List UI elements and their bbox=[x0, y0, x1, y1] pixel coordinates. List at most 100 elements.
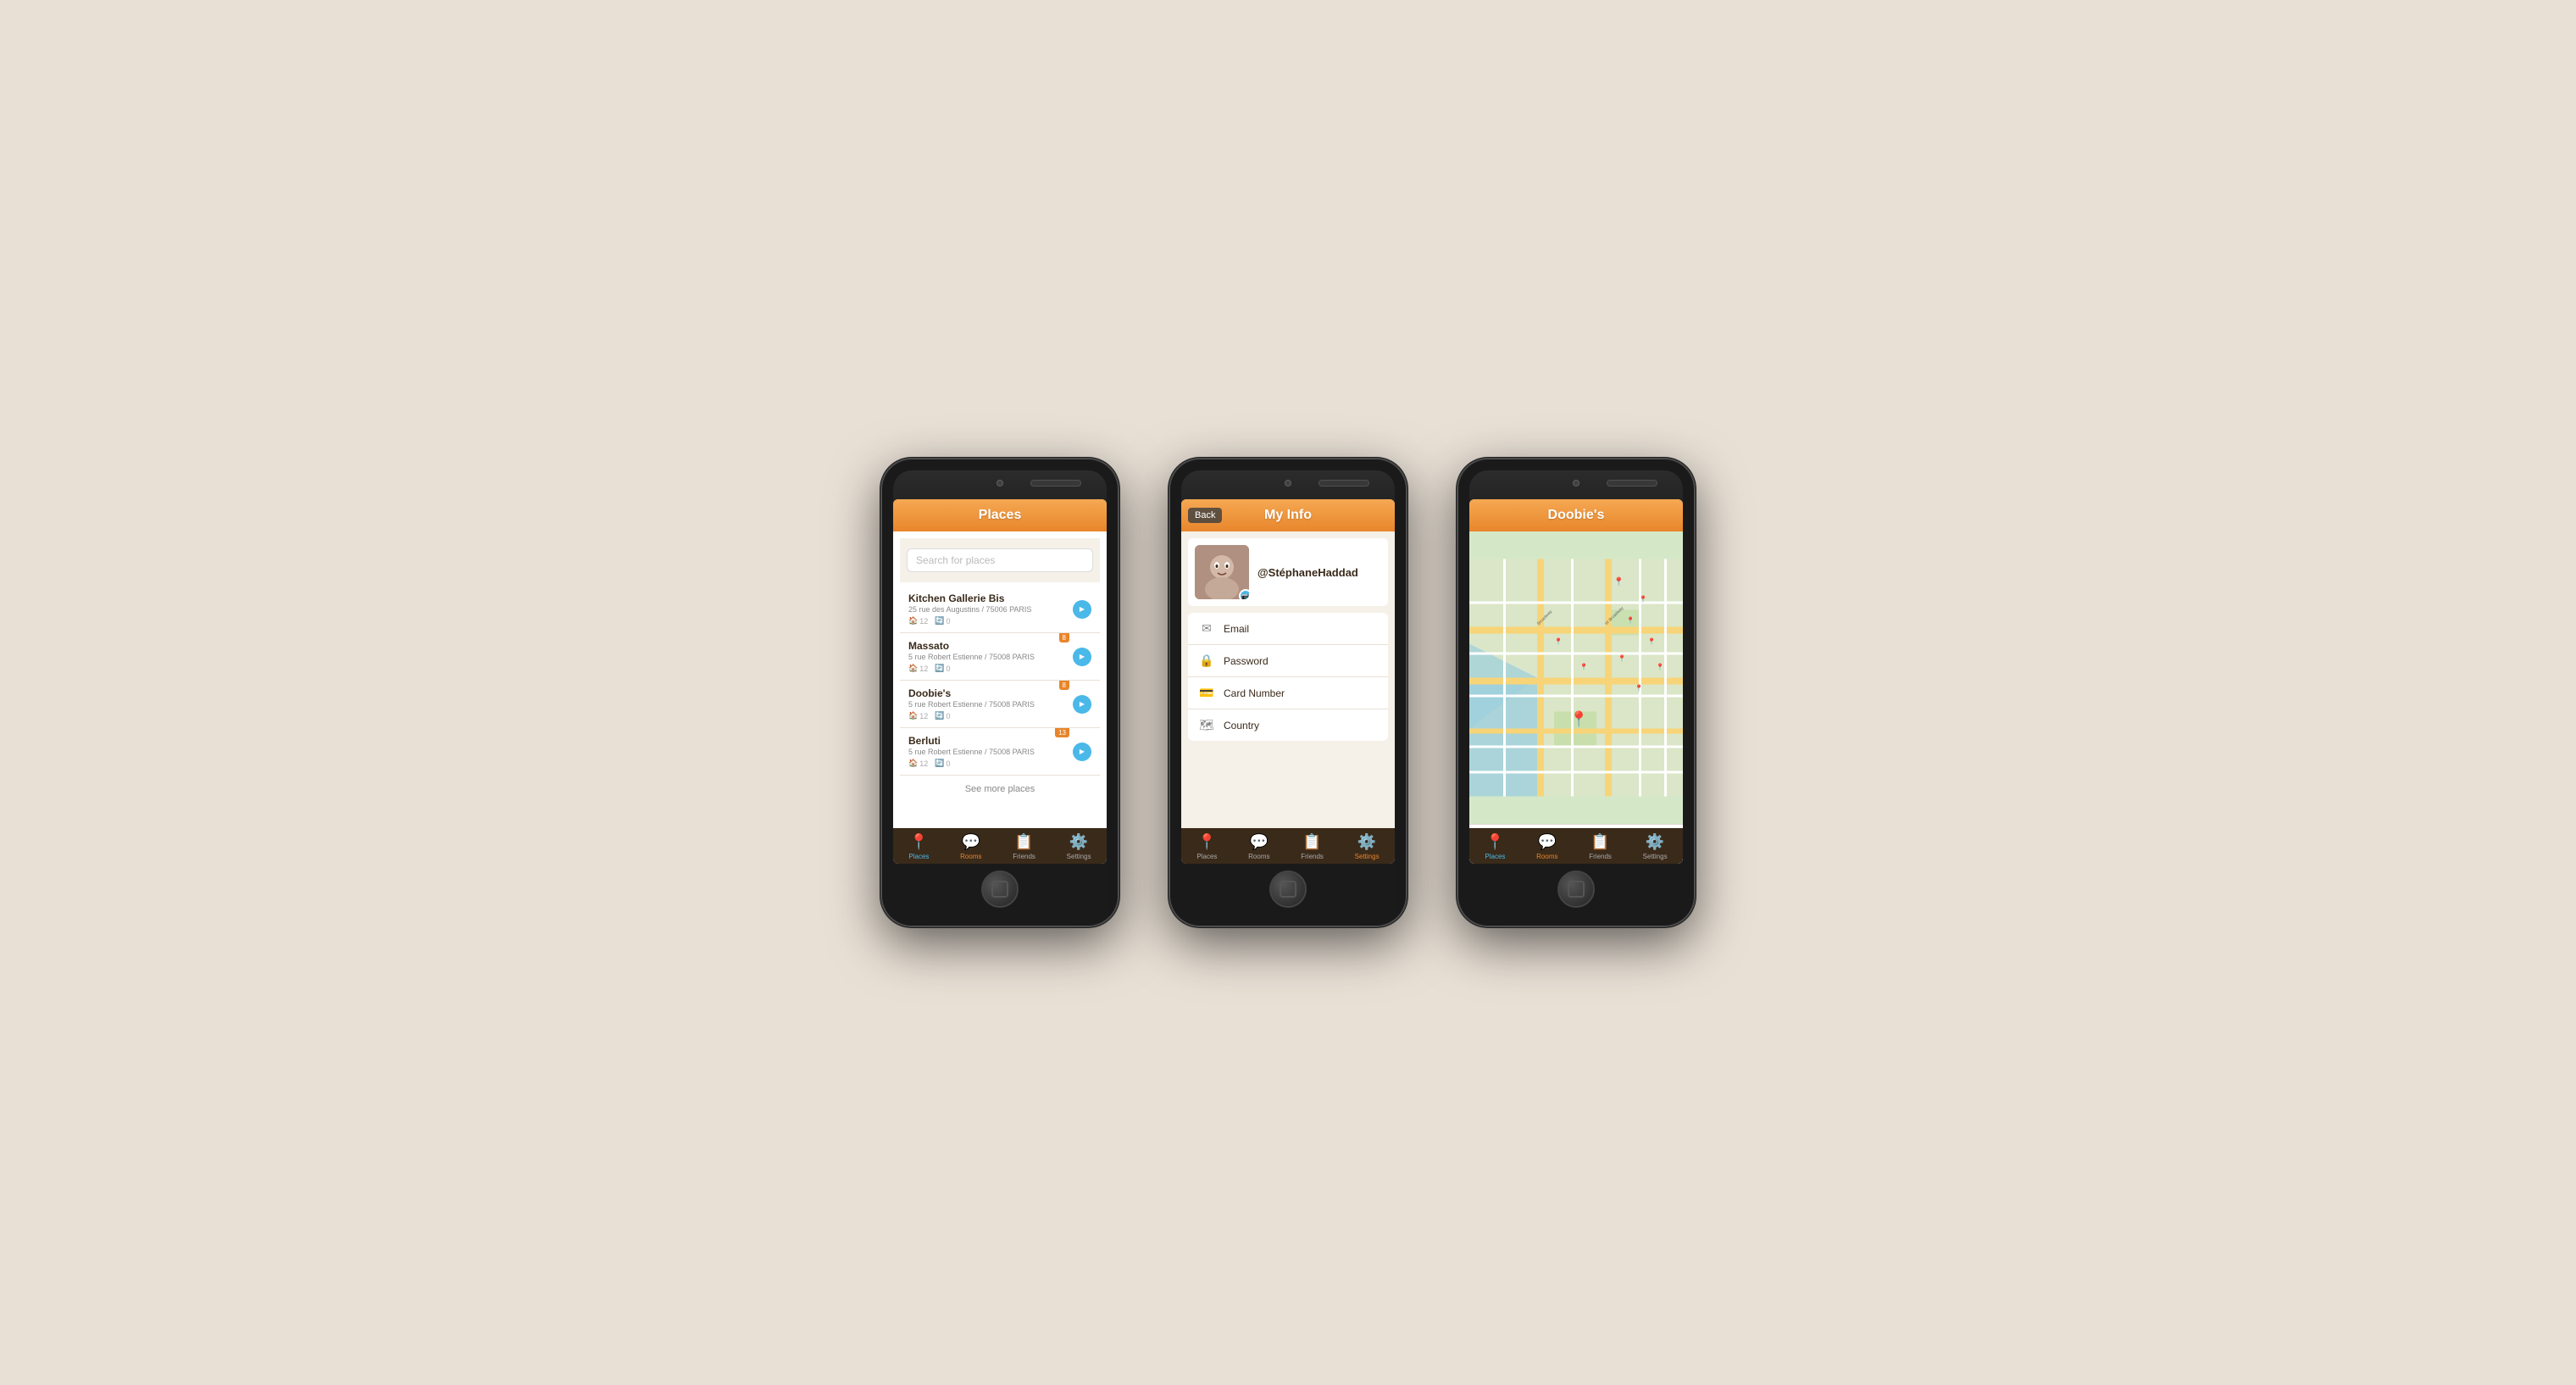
speaker-2 bbox=[1319, 480, 1369, 487]
places-icon-3: 📍 bbox=[1485, 833, 1504, 851]
map-svg: 📍 📍 📍 📍 📍 📍 📍 📍 📍 📍 Broadway W Broadway bbox=[1469, 531, 1683, 824]
svg-text:📍: 📍 bbox=[1613, 576, 1624, 587]
svg-text:📍: 📍 bbox=[1639, 595, 1647, 604]
password-icon: 🔒 bbox=[1198, 654, 1215, 668]
place-stats-1: 🏠 12 🔄 0 bbox=[908, 664, 1073, 673]
nav-rooms-2[interactable]: 💬 Rooms bbox=[1248, 833, 1269, 860]
profile-section: 📷 @StéphaneHaddad bbox=[1188, 538, 1388, 606]
place-address-2: 5 rue Robert Estienne / 75008 PARIS bbox=[908, 700, 1073, 709]
phone-top-2 bbox=[1181, 470, 1395, 496]
friends-icon-2: 📋 bbox=[1302, 833, 1321, 851]
search-bar[interactable]: Search for places bbox=[907, 548, 1093, 572]
place-info-3: Berluti 5 rue Robert Estienne / 75008 PA… bbox=[908, 735, 1073, 768]
place-arrow-2[interactable] bbox=[1073, 695, 1091, 714]
screen-3: Doobie's bbox=[1469, 499, 1683, 864]
info-country[interactable]: 🗺 Country bbox=[1188, 709, 1388, 741]
info-email[interactable]: ✉ Email bbox=[1188, 613, 1388, 645]
places-label-2: Places bbox=[1196, 853, 1217, 860]
settings-label-2: Settings bbox=[1355, 853, 1380, 860]
home-button-inner-2 bbox=[1280, 881, 1296, 898]
back-button[interactable]: Back bbox=[1188, 508, 1222, 523]
avatar-camera-badge[interactable]: 📷 bbox=[1239, 589, 1249, 599]
nav-places-1[interactable]: 📍 Places bbox=[908, 833, 929, 860]
phone-top-3 bbox=[1469, 470, 1683, 496]
places-list: Kitchen Gallerie Bis 25 rue des Augustin… bbox=[900, 586, 1100, 803]
rooms-label-2: Rooms bbox=[1248, 853, 1269, 860]
camera-1 bbox=[997, 480, 1003, 487]
myinfo-title: My Info bbox=[1264, 508, 1312, 523]
map-area[interactable]: 📍 📍 📍 📍 📍 📍 📍 📍 📍 📍 Broadway W Broadway bbox=[1469, 531, 1683, 824]
settings-icon-1: ⚙️ bbox=[1069, 833, 1088, 851]
place-address-0: 25 rue des Augustins / 75006 PARIS bbox=[908, 605, 1073, 614]
svg-text:📍: 📍 bbox=[1656, 663, 1664, 671]
place-badge-1: 8 bbox=[1059, 633, 1069, 642]
nav-places-3[interactable]: 📍 Places bbox=[1485, 833, 1505, 860]
home-button-3[interactable] bbox=[1557, 870, 1595, 908]
friends-label-3: Friends bbox=[1589, 853, 1612, 860]
info-password[interactable]: 🔒 Password bbox=[1188, 645, 1388, 677]
place-arrow-3[interactable] bbox=[1073, 743, 1091, 761]
place-comments-1: 🔄 0 bbox=[935, 664, 950, 673]
see-more-button[interactable]: See more places bbox=[900, 776, 1100, 803]
place-name-3: Berluti bbox=[908, 735, 1073, 747]
nav-friends-3[interactable]: 📋 Friends bbox=[1589, 833, 1612, 860]
place-checkins-0: 🏠 12 bbox=[908, 616, 928, 626]
places-label-1: Places bbox=[908, 853, 929, 860]
nav-places-2[interactable]: 📍 Places bbox=[1196, 833, 1217, 860]
home-button-1[interactable] bbox=[981, 870, 1019, 908]
place-stats-0: 🏠 12 🔄 0 bbox=[908, 616, 1073, 626]
settings-label-3: Settings bbox=[1643, 853, 1668, 860]
bottom-nav-2: 📍 Places 💬 Rooms 📋 Friends ⚙️ Settings bbox=[1181, 828, 1395, 864]
email-icon: ✉ bbox=[1198, 621, 1215, 636]
screen-2: Back My Info 📷 bbox=[1181, 499, 1395, 864]
phone-bottom-3 bbox=[1469, 864, 1683, 915]
settings-label-1: Settings bbox=[1067, 853, 1091, 860]
friends-label-1: Friends bbox=[1013, 853, 1035, 860]
place-checkins-3: 🏠 12 bbox=[908, 759, 928, 768]
home-button-inner-3 bbox=[1568, 881, 1585, 898]
place-stats-3: 🏠 12 🔄 0 bbox=[908, 759, 1073, 768]
svg-text:📍: 📍 bbox=[1647, 637, 1656, 646]
place-address-1: 5 rue Robert Estienne / 75008 PARIS bbox=[908, 653, 1073, 661]
card-icon: 💳 bbox=[1198, 686, 1215, 700]
places-title: Places bbox=[979, 508, 1022, 523]
info-list: ✉ Email 🔒 Password 💳 Card Number 🗺 Count… bbox=[1188, 613, 1388, 741]
places-icon-2: 📍 bbox=[1197, 833, 1216, 851]
friends-icon-3: 📋 bbox=[1591, 833, 1609, 851]
rooms-icon-1: 💬 bbox=[962, 833, 980, 851]
rooms-icon-2: 💬 bbox=[1250, 833, 1269, 851]
place-item-0[interactable]: Kitchen Gallerie Bis 25 rue des Augustin… bbox=[900, 586, 1100, 633]
map-screen: Doobie's bbox=[1469, 499, 1683, 864]
rooms-icon-3: 💬 bbox=[1538, 833, 1557, 851]
nav-rooms-1[interactable]: 💬 Rooms bbox=[960, 833, 981, 860]
place-item-2[interactable]: 8 Doobie's 5 rue Robert Estienne / 75008… bbox=[900, 681, 1100, 728]
bottom-nav-1: 📍 Places 💬 Rooms 📋 Friends ⚙️ Settings bbox=[893, 828, 1107, 864]
place-checkins-2: 🏠 12 bbox=[908, 711, 928, 720]
svg-text:📍: 📍 bbox=[1579, 663, 1588, 671]
rooms-label-1: Rooms bbox=[960, 853, 981, 860]
place-item-3[interactable]: 13 Berluti 5 rue Robert Estienne / 75008… bbox=[900, 728, 1100, 776]
friends-icon-1: 📋 bbox=[1014, 833, 1033, 851]
places-header: Places bbox=[893, 499, 1107, 531]
place-info-2: Doobie's 5 rue Robert Estienne / 75008 P… bbox=[908, 687, 1073, 720]
home-button-2[interactable] bbox=[1269, 870, 1307, 908]
place-item-1[interactable]: 8 Massato 5 rue Robert Estienne / 75008 … bbox=[900, 633, 1100, 681]
place-name-1: Massato bbox=[908, 640, 1073, 652]
nav-rooms-3[interactable]: 💬 Rooms bbox=[1536, 833, 1557, 860]
place-arrow-0[interactable] bbox=[1073, 600, 1091, 619]
speaker-1 bbox=[1030, 480, 1081, 487]
place-arrow-1[interactable] bbox=[1073, 648, 1091, 666]
nav-settings-3[interactable]: ⚙️ Settings bbox=[1643, 833, 1668, 860]
nav-friends-1[interactable]: 📋 Friends bbox=[1013, 833, 1035, 860]
phone-bottom-1 bbox=[893, 864, 1107, 915]
nav-settings-1[interactable]: ⚙️ Settings bbox=[1067, 833, 1091, 860]
nav-settings-2[interactable]: ⚙️ Settings bbox=[1355, 833, 1380, 860]
info-card[interactable]: 💳 Card Number bbox=[1188, 677, 1388, 709]
camera-2 bbox=[1285, 480, 1291, 487]
place-badge-2: 8 bbox=[1059, 681, 1069, 690]
email-label: Email bbox=[1224, 623, 1249, 635]
nav-friends-2[interactable]: 📋 Friends bbox=[1301, 833, 1324, 860]
place-comments-2: 🔄 0 bbox=[935, 711, 950, 720]
camera-3 bbox=[1573, 480, 1579, 487]
map-title: Doobie's bbox=[1548, 508, 1605, 523]
